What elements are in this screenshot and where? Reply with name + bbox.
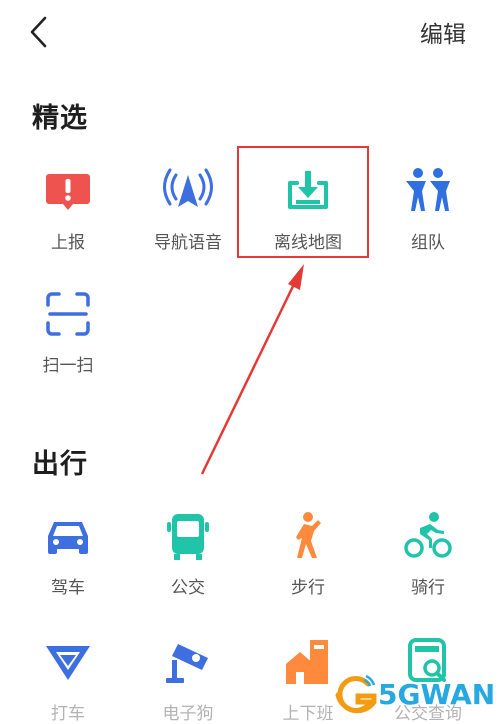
tool-label: 打车 [51,704,85,724]
car-icon [48,522,88,554]
highlight-box [237,146,369,258]
tool-label: 公交 [171,578,205,598]
tool-team[interactable]: 组队 [368,165,488,253]
bus-icon [167,514,209,560]
commute-icon [286,640,328,684]
tool-label: 步行 [291,578,325,598]
tool-label: 驾车 [51,578,85,598]
tool-scan[interactable]: 扫一扫 [8,288,128,376]
watermark-text: 5GWAN [378,678,496,711]
team-icon [406,168,450,211]
walk-icon [296,512,321,558]
travel-bus[interactable]: 公交 [128,510,248,598]
tool-report[interactable]: 上报 [8,165,128,253]
tool-label: 扫一扫 [42,356,94,376]
top-bar: 编辑 [0,0,500,62]
scan-icon [46,292,90,336]
tool-label: 组队 [411,233,445,253]
travel-speed-camera[interactable]: 电子狗 [128,636,248,724]
tool-label: 上报 [51,233,85,253]
tool-label: 骑行 [411,578,445,598]
travel-taxi[interactable]: 打车 [8,636,128,724]
tool-label: 电子狗 [162,704,214,724]
tool-label: 导航语音 [154,233,222,253]
section-title-travel: 出行 [32,449,88,480]
taxi-icon [46,646,90,680]
cycling-icon [404,512,452,558]
chevron-left-icon[interactable] [26,14,52,50]
travel-walk[interactable]: 步行 [248,510,368,598]
edit-button[interactable]: 编辑 [420,15,466,49]
speed-camera-icon [166,644,208,683]
watermark-logo: 5GWAN [330,672,500,718]
section-title-featured: 精选 [32,103,88,134]
watermark-g-icon [335,674,377,714]
travel-cycling[interactable]: 骑行 [368,510,488,598]
travel-drive[interactable]: 驾车 [8,510,128,598]
navigation-voice-icon [163,168,213,207]
report-alert-icon [46,174,90,210]
tool-navigation-voice[interactable]: 导航语音 [128,165,248,253]
